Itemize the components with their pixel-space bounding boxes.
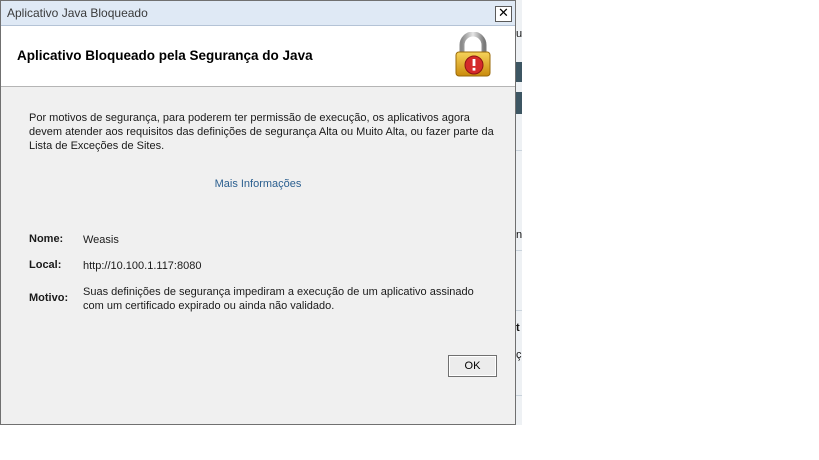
background-divider xyxy=(516,310,522,311)
background-header-strip xyxy=(516,92,522,114)
background-divider xyxy=(516,150,522,151)
background-text: ç xyxy=(516,349,522,361)
location-label: Local: xyxy=(29,259,62,271)
background-divider xyxy=(516,250,522,251)
name-value: Weasis xyxy=(83,234,119,246)
close-icon: ✕ xyxy=(498,6,509,21)
background-text: u xyxy=(516,28,523,40)
background-header-strip xyxy=(516,62,522,82)
java-blocked-dialog: Aplicativo Java Bloqueado ✕ Aplicativo B… xyxy=(0,0,516,425)
header-title: Aplicativo Bloqueado pela Segurança do J… xyxy=(17,48,313,63)
lock-warning-icon xyxy=(455,32,491,77)
reason-value: Suas definições de segurança impediram a… xyxy=(83,286,474,312)
security-message: Por motivos de segurança, para poderem t… xyxy=(29,112,494,152)
ok-button[interactable]: OK xyxy=(448,355,497,377)
window-title: Aplicativo Java Bloqueado xyxy=(7,6,148,20)
close-button[interactable]: ✕ xyxy=(495,6,512,22)
background-text: t xyxy=(516,322,520,334)
more-info-link[interactable]: Mais Informações xyxy=(1,178,515,190)
location-value: http://10.100.1.117:8080 xyxy=(83,260,202,272)
title-bar[interactable]: Aplicativo Java Bloqueado ✕ xyxy=(1,1,515,26)
name-label: Nome: xyxy=(29,233,64,245)
reason-label: Motivo: xyxy=(29,292,69,304)
background-divider xyxy=(516,395,522,396)
background-text: n xyxy=(516,229,523,241)
background-window: u n t ç xyxy=(515,0,522,425)
dialog-header: Aplicativo Bloqueado pela Segurança do J… xyxy=(1,26,515,87)
